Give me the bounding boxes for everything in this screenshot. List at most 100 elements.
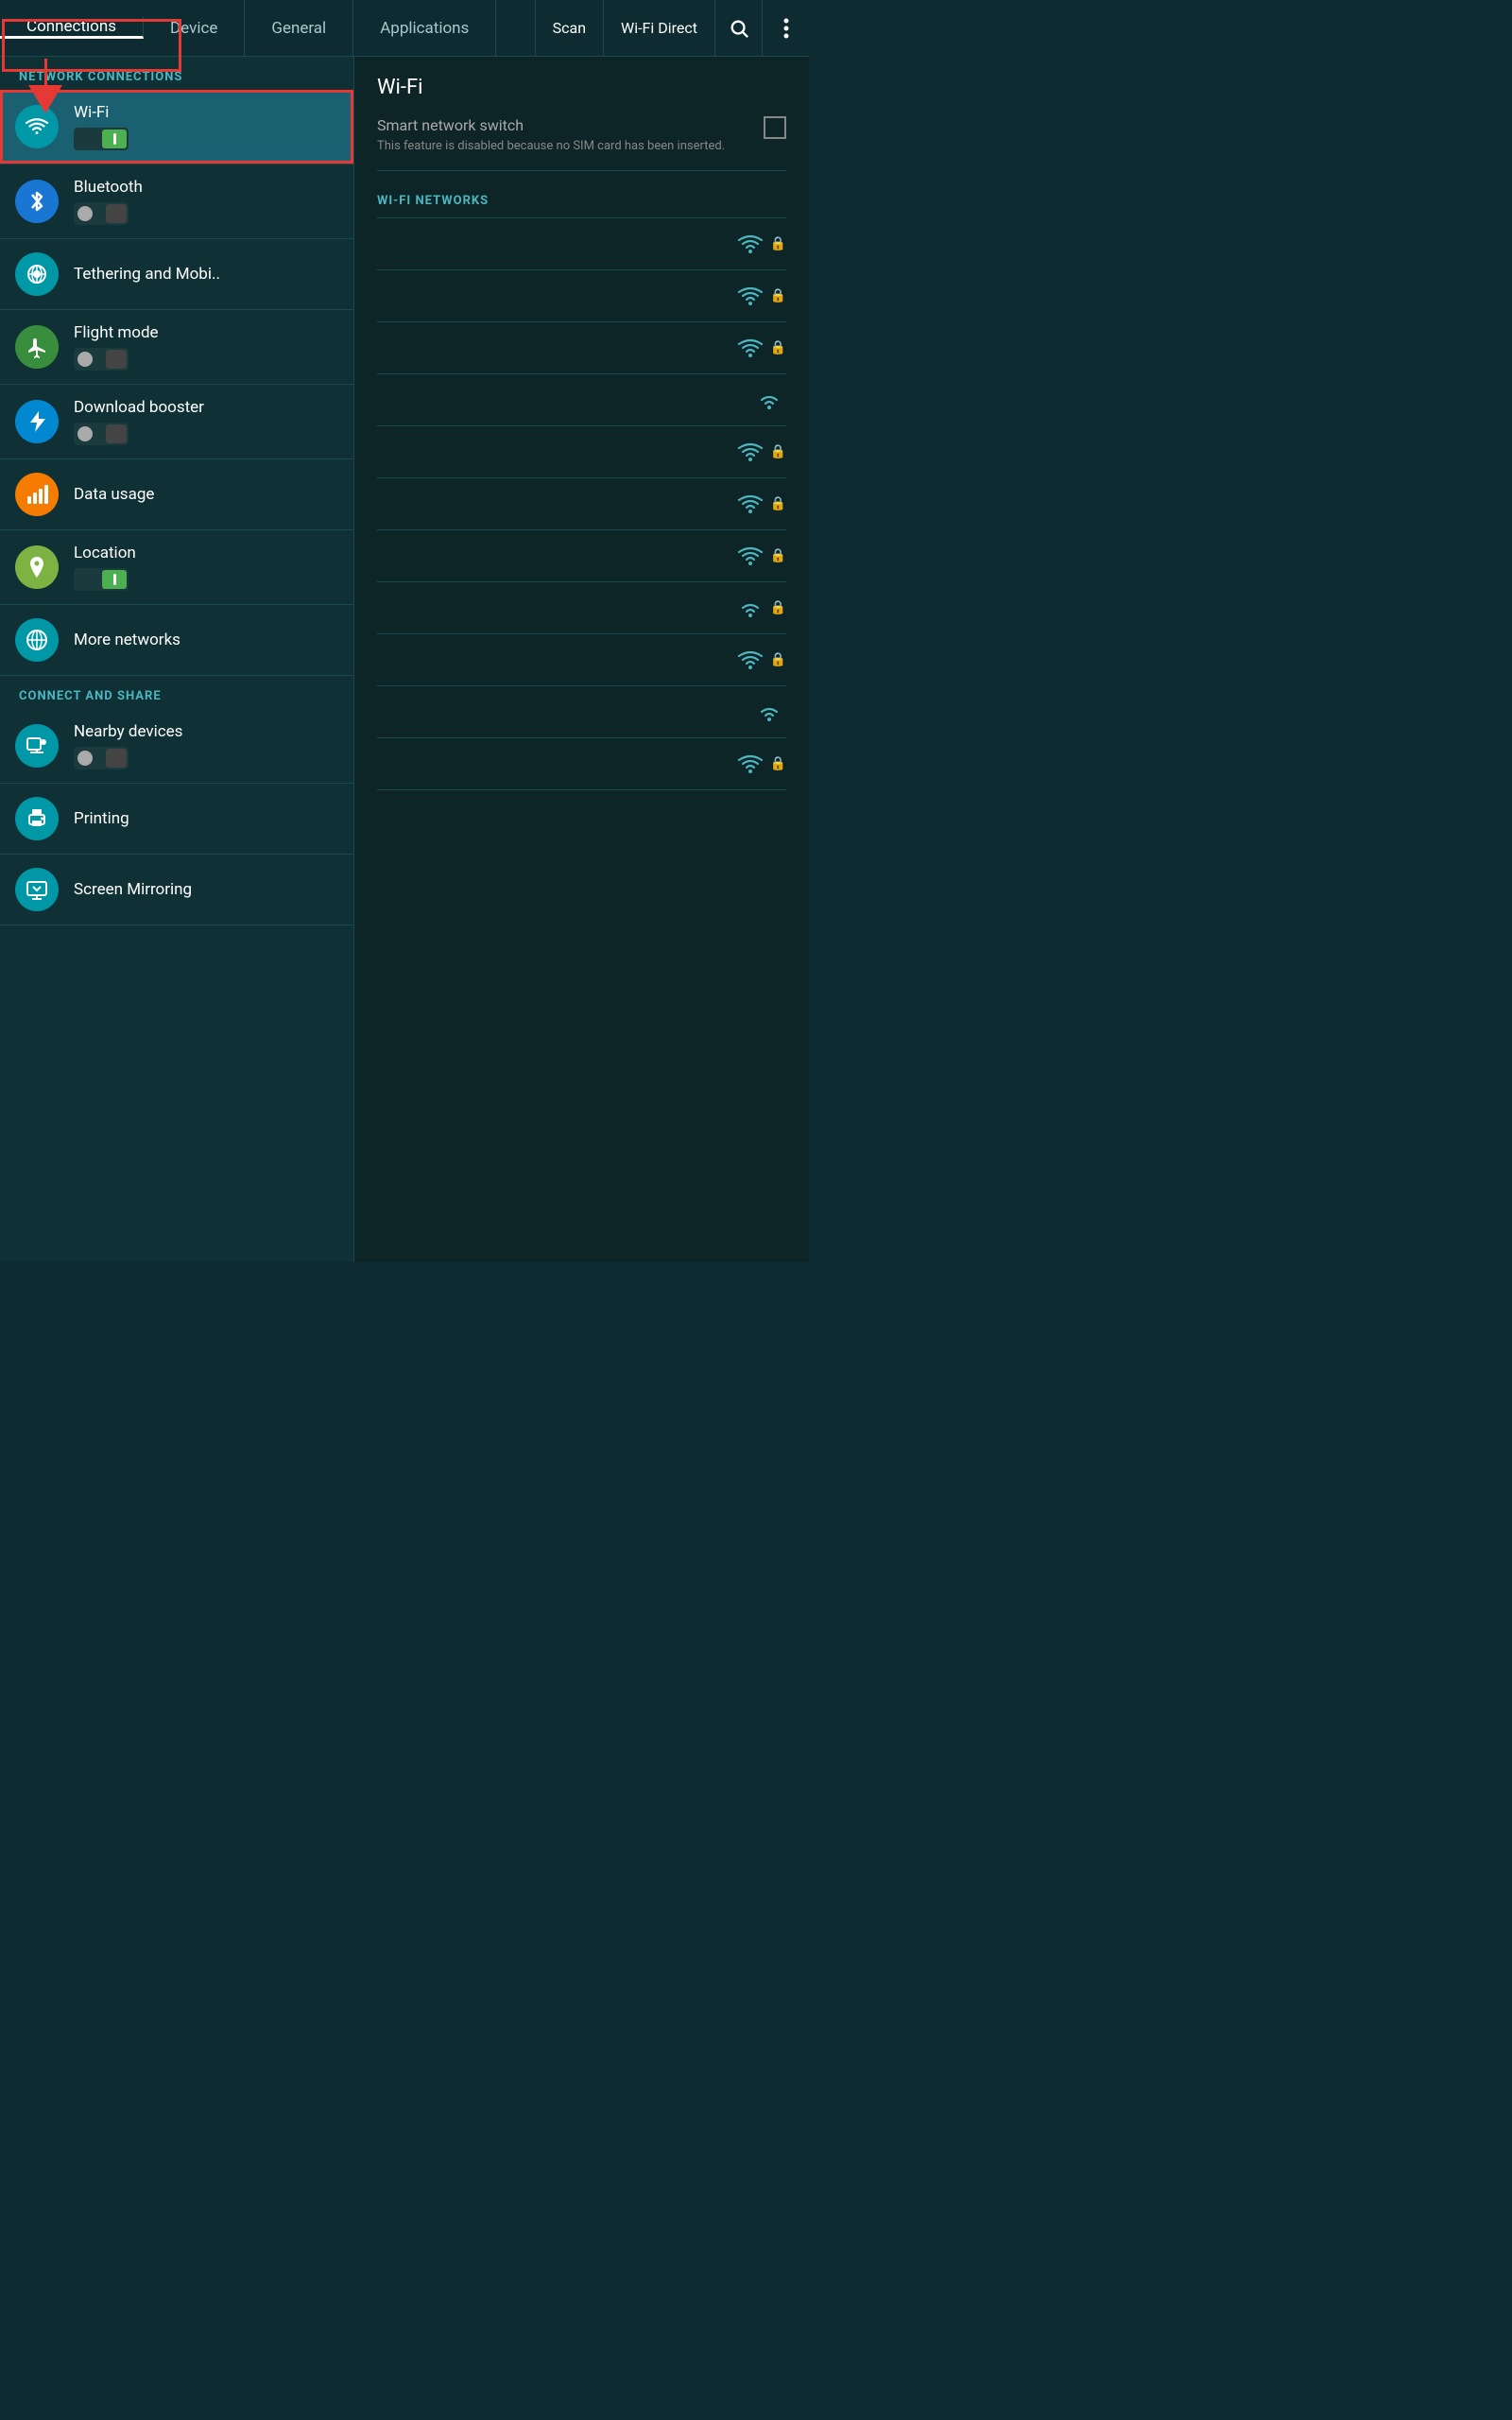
tab-applications[interactable]: Applications <box>353 0 496 56</box>
download-booster-label: Download booster <box>74 398 204 417</box>
top-bar: Connections Device General Applications … <box>0 0 809 57</box>
sidebar-item-printing[interactable]: Printing <box>0 784 353 855</box>
tethering-label: Tethering and Mobi.. <box>74 265 220 284</box>
sidebar-item-flight[interactable]: Flight mode <box>0 310 353 385</box>
wifi-panel-title: Wi-Fi <box>377 76 786 99</box>
connect-share-label: CONNECT AND SHARE <box>0 676 353 709</box>
location-label: Location <box>74 544 136 562</box>
toggle-circle <box>77 206 93 221</box>
wifi-network-row-6[interactable]: 🔒 <box>377 530 786 582</box>
sidebar-item-tethering[interactable]: Tethering and Mobi.. <box>0 239 353 310</box>
sidebar: NETWORK CONNECTIONS Wi-Fi <box>0 57 354 1262</box>
flight-content: Flight mode <box>74 323 159 371</box>
wifi-network-row-9[interactable] <box>377 686 786 738</box>
wifi-toggle-on <box>102 130 127 148</box>
wifi-network-row-1[interactable]: 🔒 <box>377 270 786 322</box>
tethering-icon <box>15 252 59 296</box>
sidebar-item-location[interactable]: Location <box>0 530 353 605</box>
wifi-network-row-4[interactable]: 🔒 <box>377 426 786 478</box>
flight-icon <box>15 325 59 369</box>
wifi-networks-label: WI-FI NETWORKS <box>377 194 786 208</box>
tab-general[interactable]: General <box>245 0 353 56</box>
download-booster-content: Download booster <box>74 398 204 445</box>
smart-switch-label: Smart network switch <box>377 116 752 134</box>
wifi-network-row-0[interactable]: 🔒 <box>377 218 786 270</box>
data-usage-content: Data usage <box>74 485 154 504</box>
printing-label: Printing <box>74 809 129 828</box>
wifi-network-row-3[interactable] <box>377 374 786 426</box>
wifi-network-row-8[interactable]: 🔒 <box>377 634 786 686</box>
wifi-signal-icon-6: 🔒 <box>737 545 786 566</box>
sidebar-item-mirroring[interactable]: Screen Mirroring <box>0 855 353 925</box>
lock-icon-8: 🔒 <box>770 652 786 667</box>
wifi-signal-icon-5: 🔒 <box>737 493 786 514</box>
smart-switch-checkbox[interactable] <box>764 116 786 139</box>
toggle-off-block <box>106 204 127 223</box>
wifi-label: Wi-Fi <box>74 103 129 122</box>
wifi-signal-icon-0: 🔒 <box>737 233 786 254</box>
toggle-line <box>113 133 116 145</box>
smart-switch-text: Smart network switch This feature is dis… <box>377 116 752 155</box>
data-usage-label: Data usage <box>74 485 154 504</box>
bluetooth-toggle[interactable] <box>74 202 129 225</box>
wifi-signal-icon-3 <box>756 389 786 410</box>
lock-icon-4: 🔒 <box>770 444 786 459</box>
flight-label: Flight mode <box>74 323 159 342</box>
location-icon <box>15 545 59 589</box>
more-networks-label: More networks <box>74 631 180 649</box>
sidebar-item-download-booster[interactable]: Download booster <box>0 385 353 459</box>
wifi-network-row-5[interactable]: 🔒 <box>377 478 786 530</box>
wifi-signal-icon-2: 🔒 <box>737 337 786 358</box>
tab-connections[interactable]: Connections <box>0 17 144 39</box>
lock-icon-5: 🔒 <box>770 496 786 511</box>
sidebar-item-bluetooth[interactable]: Bluetooth <box>0 164 353 239</box>
wifi-toggle[interactable] <box>74 128 129 150</box>
more-options-button[interactable] <box>762 0 809 57</box>
wifi-network-row-10[interactable]: 🔒 <box>377 738 786 790</box>
lock-icon-7: 🔒 <box>770 600 786 615</box>
lock-icon-2: 🔒 <box>770 340 786 355</box>
more-networks-icon <box>15 618 59 662</box>
lock-icon-6: 🔒 <box>770 548 786 563</box>
wifi-signal-icon-8: 🔒 <box>737 649 786 670</box>
data-usage-icon <box>15 473 59 516</box>
location-toggle-on <box>102 570 127 589</box>
smart-switch-desc: This feature is disabled because no SIM … <box>377 138 752 155</box>
sidebar-item-data-usage[interactable]: Data usage <box>0 459 353 530</box>
wifi-content: Wi-Fi <box>74 103 129 150</box>
main-layout: NETWORK CONNECTIONS Wi-Fi <box>0 57 809 1262</box>
right-panel: Wi-Fi Smart network switch This feature … <box>354 57 809 1262</box>
nearby-icon <box>15 724 59 768</box>
tethering-content: Tethering and Mobi.. <box>74 265 220 284</box>
search-button[interactable] <box>714 0 762 57</box>
download-booster-icon <box>15 400 59 443</box>
top-right-actions: Scan Wi-Fi Direct <box>535 0 809 57</box>
lock-icon-1: 🔒 <box>770 288 786 303</box>
location-content: Location <box>74 544 136 591</box>
arrow-annotation <box>28 59 62 113</box>
printing-icon <box>15 797 59 840</box>
location-toggle[interactable] <box>74 568 129 591</box>
download-booster-toggle[interactable] <box>74 423 129 445</box>
sidebar-item-nearby[interactable]: Nearby devices <box>0 709 353 784</box>
wifi-networks-list: 🔒 🔒 🔒 🔒 🔒 🔒 🔒 🔒 🔒 <box>377 218 786 790</box>
smart-switch-row: Smart network switch This feature is dis… <box>377 116 786 171</box>
wifi-signal-icon-4: 🔒 <box>737 441 786 462</box>
wifi-network-row-2[interactable]: 🔒 <box>377 322 786 374</box>
nearby-toggle[interactable] <box>74 747 129 769</box>
wifi-signal-icon-10: 🔒 <box>737 753 786 774</box>
mirroring-icon <box>15 868 59 911</box>
wifi-network-row-7[interactable]: 🔒 <box>377 582 786 634</box>
lock-icon-10: 🔒 <box>770 756 786 771</box>
mirroring-label: Screen Mirroring <box>74 880 192 899</box>
flight-toggle[interactable] <box>74 348 129 371</box>
wifi-direct-button[interactable]: Wi-Fi Direct <box>603 0 714 57</box>
wifi-signal-icon-7: 🔒 <box>737 597 786 618</box>
wifi-signal-icon-9 <box>756 701 786 722</box>
nearby-label: Nearby devices <box>74 722 182 741</box>
printing-content: Printing <box>74 809 129 828</box>
scan-button[interactable]: Scan <box>535 0 603 57</box>
sidebar-item-more-networks[interactable]: More networks <box>0 605 353 676</box>
tab-device[interactable]: Device <box>144 0 245 56</box>
bluetooth-content: Bluetooth <box>74 178 143 225</box>
